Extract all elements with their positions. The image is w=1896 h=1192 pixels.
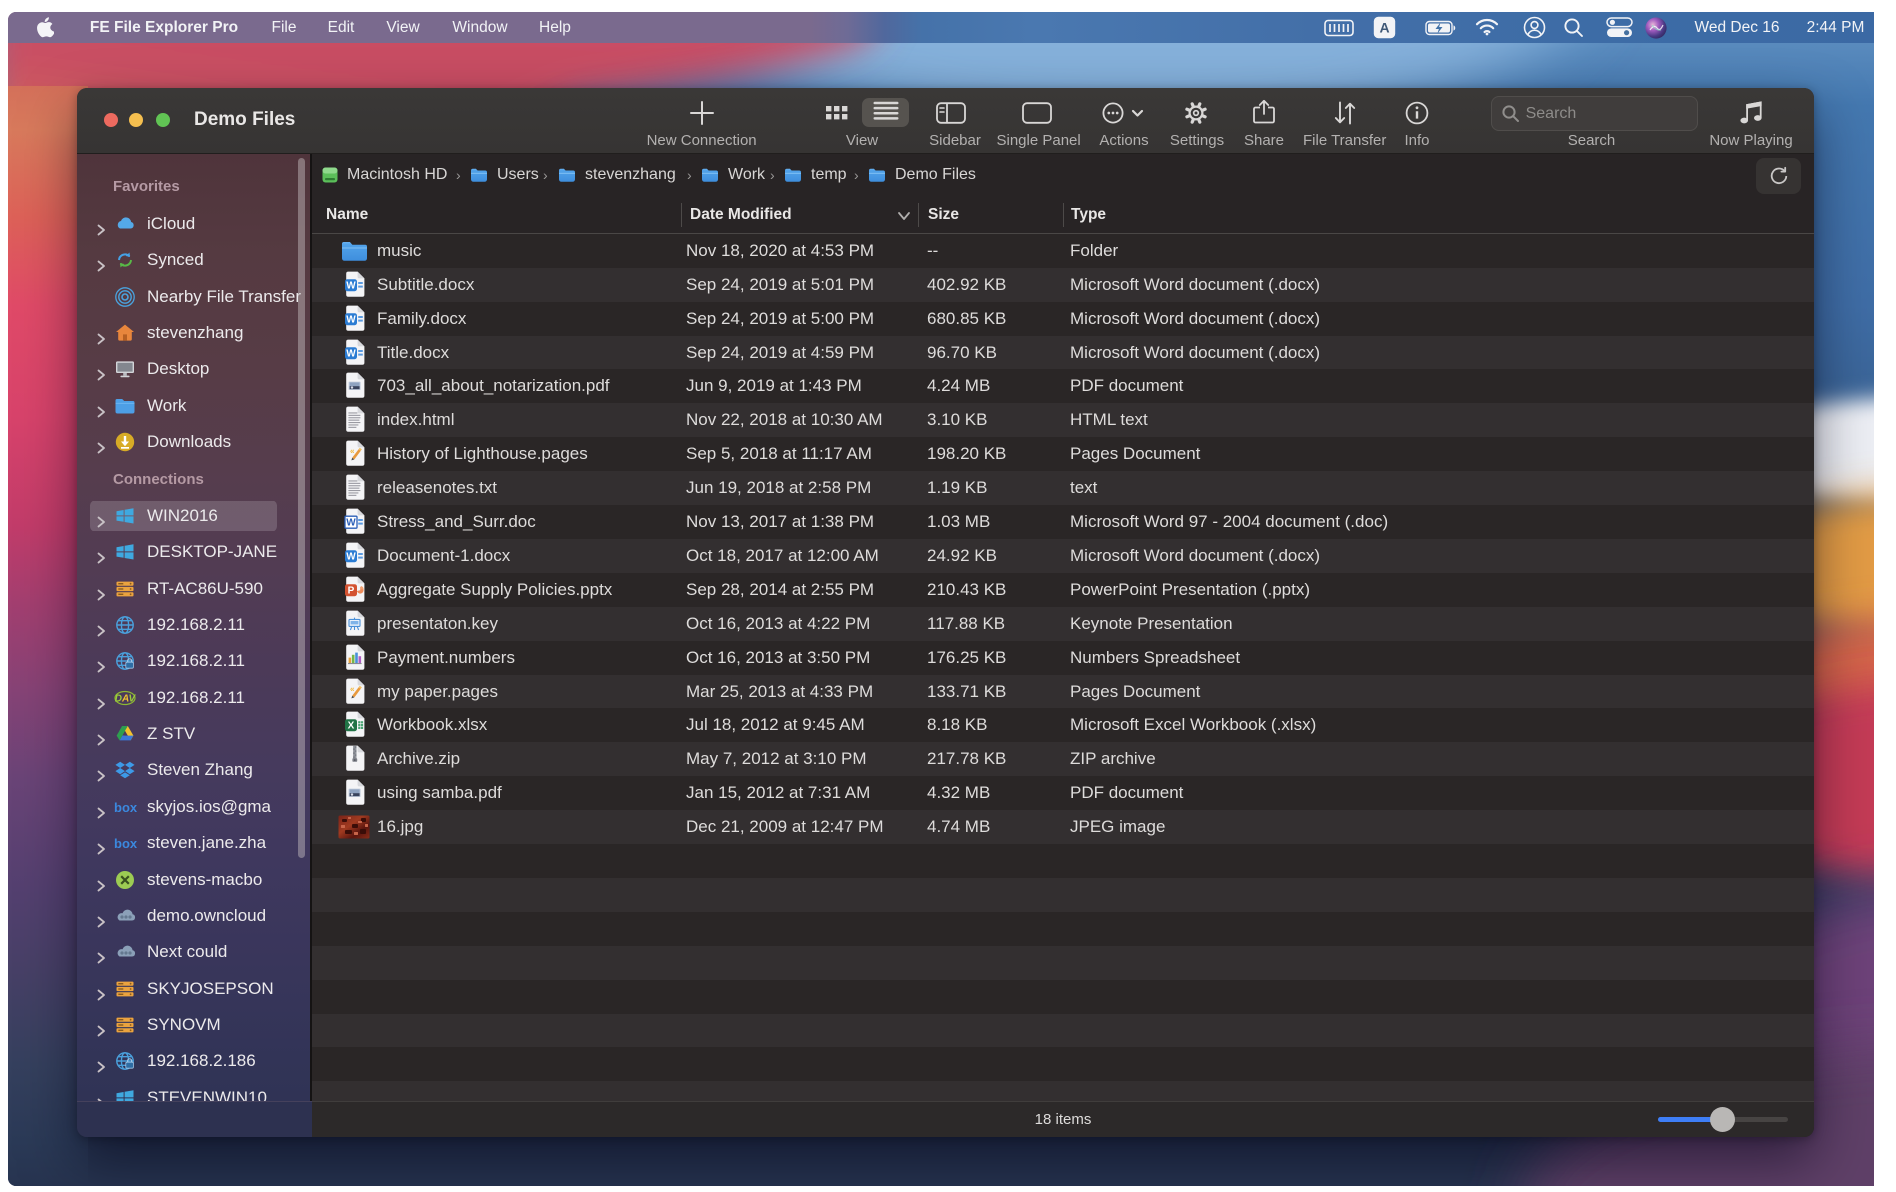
svg-text:P: P [347,585,354,596]
svg-text:W: W [346,518,356,529]
svg-text:W: W [346,551,356,562]
svg-text:W: W [346,348,356,359]
svg-text:A: A [1380,20,1390,36]
svg-text:X: X [347,721,354,732]
svg-text:«: « [350,684,355,693]
svg-text:box: box [114,836,138,851]
svg-text:box: box [114,800,138,815]
svg-text:W: W [346,314,356,325]
svg-text:«: « [350,447,355,456]
svg-text:W: W [346,280,356,291]
svg-text:DAV: DAV [115,693,136,704]
